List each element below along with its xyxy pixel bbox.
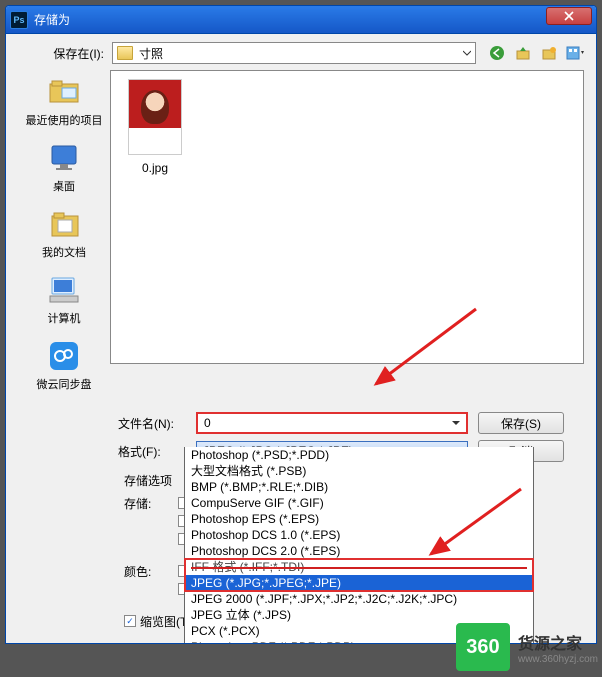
watermark: 360 货源之家 www.360hyzj.com bbox=[456, 623, 598, 671]
desktop-icon bbox=[44, 140, 84, 176]
viewmenu-icon[interactable] bbox=[566, 44, 584, 62]
watermark-title: 货源之家 bbox=[518, 630, 598, 654]
watermark-badge: 360 bbox=[456, 623, 510, 671]
computer-icon bbox=[44, 272, 84, 308]
file-list-pane[interactable]: 0.jpg bbox=[110, 70, 584, 364]
sidebar-item-documents[interactable]: 我的文档 bbox=[21, 206, 107, 260]
save-in-combo[interactable]: 寸照 bbox=[112, 42, 476, 64]
sidebar-item-computer[interactable]: 计算机 bbox=[21, 272, 107, 326]
thumbnail-checkbox[interactable]: ✓ bbox=[124, 615, 136, 627]
format-option[interactable]: Photoshop (*.PSD;*.PDD) bbox=[185, 447, 533, 463]
documents-icon bbox=[44, 206, 84, 242]
format-option[interactable]: CompuServe GIF (*.GIF) bbox=[185, 495, 533, 511]
title-bar[interactable]: Ps 存储为 bbox=[6, 6, 596, 34]
format-option[interactable]: BMP (*.BMP;*.RLE;*.DIB) bbox=[185, 479, 533, 495]
chevron-down-icon bbox=[452, 419, 460, 427]
weiyun-icon bbox=[44, 338, 84, 374]
folder-icon bbox=[117, 46, 133, 60]
sidebar-item-recent[interactable]: 最近使用的项目 bbox=[21, 74, 107, 128]
filename-input[interactable]: 0 bbox=[196, 412, 468, 434]
save-in-value: 寸照 bbox=[139, 45, 463, 62]
file-item[interactable]: 0.jpg bbox=[119, 79, 191, 175]
dialog-title: 存储为 bbox=[34, 11, 546, 28]
format-option[interactable]: JPEG (*.JPG;*.JPEG;*.JPE) bbox=[185, 575, 533, 591]
photoshop-icon: Ps bbox=[10, 11, 28, 29]
sidebar-item-desktop[interactable]: 桌面 bbox=[21, 140, 107, 194]
back-icon[interactable] bbox=[488, 44, 506, 62]
recent-icon bbox=[44, 74, 84, 110]
newfolder-icon[interactable] bbox=[540, 44, 558, 62]
format-dropdown-list[interactable]: Photoshop (*.PSD;*.PDD)大型文档格式 (*.PSB)BMP… bbox=[184, 447, 534, 644]
store-label: 存储: bbox=[124, 495, 178, 549]
chevron-down-icon bbox=[463, 49, 471, 57]
watermark-url: www.360hyzj.com bbox=[518, 654, 598, 665]
format-option[interactable]: Photoshop DCS 2.0 (*.EPS) bbox=[185, 543, 533, 559]
nav-toolbar bbox=[488, 44, 584, 62]
places-sidebar: 最近使用的项目 桌面 我的文档 计算机 微云同步盘 bbox=[18, 70, 110, 404]
format-option[interactable]: 大型文档格式 (*.PSB) bbox=[185, 463, 533, 479]
filename-label: 文件名(N): bbox=[118, 415, 196, 432]
color-label: 颜色: bbox=[124, 563, 178, 599]
save-as-dialog: Ps 存储为 保存在(I): 寸照 最近使用的 bbox=[5, 5, 597, 644]
format-option[interactable]: JPEG 2000 (*.JPF;*.JPX;*.JP2;*.J2C;*.J2K… bbox=[185, 591, 533, 607]
format-option[interactable]: Photoshop EPS (*.EPS) bbox=[185, 511, 533, 527]
format-option[interactable]: Photoshop DCS 1.0 (*.EPS) bbox=[185, 527, 533, 543]
file-thumbnail bbox=[128, 79, 182, 155]
dialog-body: 保存在(I): 寸照 最近使用的项目 桌面 bbox=[6, 34, 596, 643]
format-option[interactable]: JPEG 立体 (*.JPS) bbox=[185, 607, 533, 623]
save-in-label: 保存在(I): bbox=[18, 45, 112, 62]
up-icon[interactable] bbox=[514, 44, 532, 62]
save-button[interactable]: 保存(S) bbox=[478, 412, 564, 434]
format-option[interactable]: IFF 格式 (*.IFF;*.TDI) bbox=[185, 559, 533, 575]
sidebar-item-weiyun[interactable]: 微云同步盘 bbox=[21, 338, 107, 392]
file-name: 0.jpg bbox=[119, 161, 191, 175]
close-button[interactable] bbox=[546, 7, 592, 25]
